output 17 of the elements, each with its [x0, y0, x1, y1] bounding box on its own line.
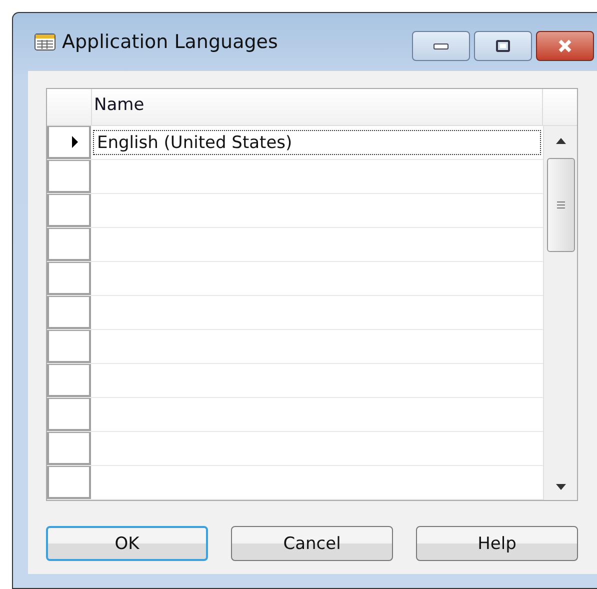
- table-cell[interactable]: English (United States): [93, 130, 541, 155]
- minimize-icon: [433, 42, 449, 50]
- window-title: Application Languages: [62, 31, 278, 53]
- scroll-up-icon: [556, 138, 566, 144]
- dialog-button[interactable]: OK: [46, 526, 208, 561]
- maximize-button[interactable]: [474, 31, 532, 61]
- scroll-down-icon: [556, 484, 566, 490]
- table-icon: [34, 33, 56, 51]
- vertical-scrollbar[interactable]: [543, 126, 577, 500]
- minimize-button[interactable]: [412, 31, 470, 61]
- dialog-button[interactable]: Help: [416, 526, 578, 561]
- close-icon: [557, 39, 573, 53]
- close-button[interactable]: [536, 31, 594, 61]
- scroll-thumb[interactable]: [546, 158, 574, 252]
- maximize-icon: [495, 40, 511, 52]
- row-selector[interactable]: [47, 126, 91, 159]
- dialog-button[interactable]: Cancel: [231, 526, 393, 561]
